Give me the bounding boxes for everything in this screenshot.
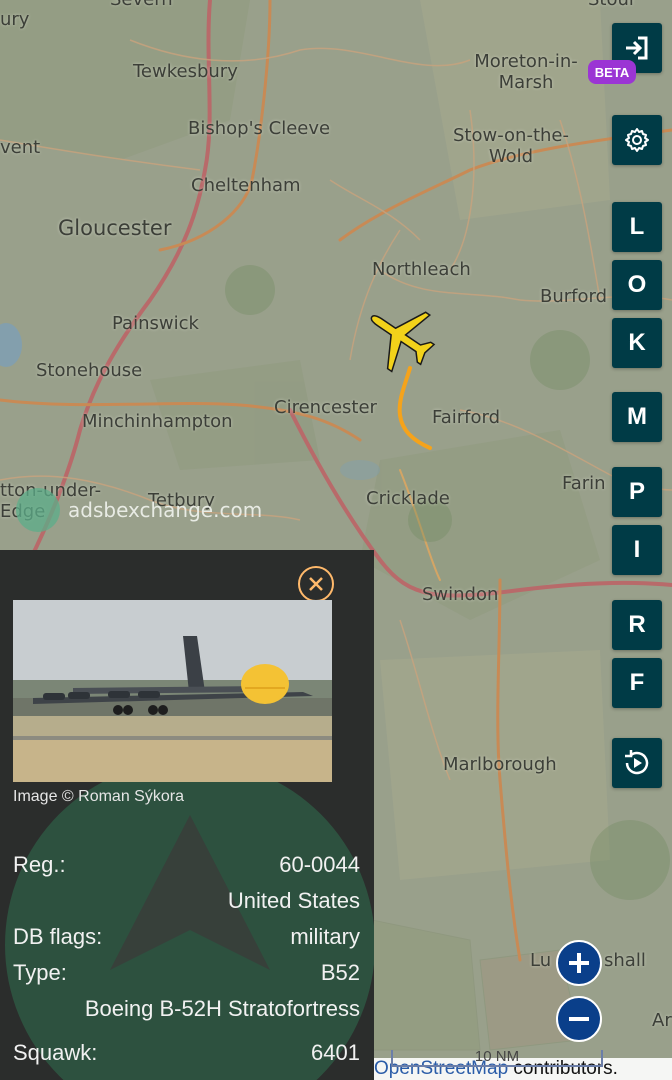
squawk-value: 6401: [311, 1040, 360, 1065]
squawk-label: Squawk:: [13, 1040, 98, 1065]
place-label: Stour: [588, 0, 636, 11]
toggle-button-o[interactable]: O: [612, 260, 662, 310]
place-label: Marlborough: [443, 754, 557, 775]
place-label: Stow-on-the- Wold: [453, 125, 569, 167]
place-label: vent: [0, 137, 41, 158]
place-label: Farin: [562, 473, 606, 494]
place-label: Minchinhampton: [82, 411, 233, 432]
db-flags-label: DB flags:: [13, 924, 103, 949]
photo-credit: Image © Roman Sýkora: [13, 788, 184, 805]
sign-in-icon: [626, 36, 648, 60]
place-label: Cirencester: [274, 397, 377, 418]
type-name-value: Boeing B-52H Stratofortress: [84, 996, 360, 1021]
reg-label: Reg.:: [13, 852, 66, 877]
replay-button[interactable]: [612, 738, 662, 788]
aircraft-marker-icon[interactable]: [356, 298, 446, 374]
place-label: Fairford: [432, 407, 500, 428]
type-label: Type:: [13, 960, 67, 985]
zoom-in-button[interactable]: [556, 940, 602, 986]
reg-value: 60-0044: [279, 852, 360, 877]
toggle-button-k[interactable]: K: [612, 318, 662, 368]
place-label: Cheltenham: [191, 175, 301, 196]
scale-label: 10 NM: [474, 1048, 520, 1065]
aircraft-photo[interactable]: [13, 600, 332, 782]
place-label: Painswick: [112, 313, 199, 334]
place-label: Tewkesbury: [133, 61, 238, 82]
toggle-button-p[interactable]: P: [612, 467, 662, 517]
place-label: ury: [0, 9, 30, 30]
watermark-text: adsbexchange.com: [68, 498, 263, 522]
adsbexchange-watermark: adsbexchange.com: [16, 488, 306, 532]
place-label: Bishop's Cleeve: [188, 118, 331, 139]
toggle-button-i[interactable]: I: [612, 525, 662, 575]
aircraft-info-panel: Image © Roman Sýkora Reg.: 60-0044 Unite…: [0, 550, 374, 1080]
settings-button[interactable]: [612, 115, 662, 165]
gear-icon: [625, 128, 649, 152]
type-value: B52: [320, 960, 360, 985]
place-label: Cricklade: [366, 488, 450, 509]
toggle-button-f[interactable]: F: [612, 658, 662, 708]
place-label: Ar: [652, 1010, 672, 1031]
place-label: Swindon: [422, 584, 499, 605]
place-label: Stonehouse: [36, 360, 143, 381]
scale-bar: 10 NM: [390, 1048, 604, 1070]
place-label: Moreton-in- Marsh: [474, 51, 578, 93]
beta-badge: BETA: [588, 60, 636, 84]
place-label: Lu: [530, 950, 552, 971]
close-panel-button[interactable]: [298, 566, 334, 602]
toggle-button-m[interactable]: M: [612, 392, 662, 442]
replay-icon: [625, 750, 649, 775]
place-label: Gloucester: [58, 216, 172, 240]
adsbexchange-logo-icon: [16, 488, 60, 532]
minus-icon: [569, 1017, 589, 1021]
plus-icon: [569, 953, 589, 973]
db-flags-value: military: [290, 924, 360, 949]
toggle-button-r[interactable]: R: [612, 600, 662, 650]
place-label: Burford: [540, 286, 608, 307]
close-circle-icon: [309, 577, 323, 591]
place-label: Severn: [110, 0, 173, 11]
toggle-button-l[interactable]: L: [612, 202, 662, 252]
place-label: shall: [604, 950, 646, 971]
place-label: Northleach: [372, 259, 471, 280]
country-value: United States: [227, 888, 360, 913]
zoom-out-button[interactable]: [556, 996, 602, 1042]
